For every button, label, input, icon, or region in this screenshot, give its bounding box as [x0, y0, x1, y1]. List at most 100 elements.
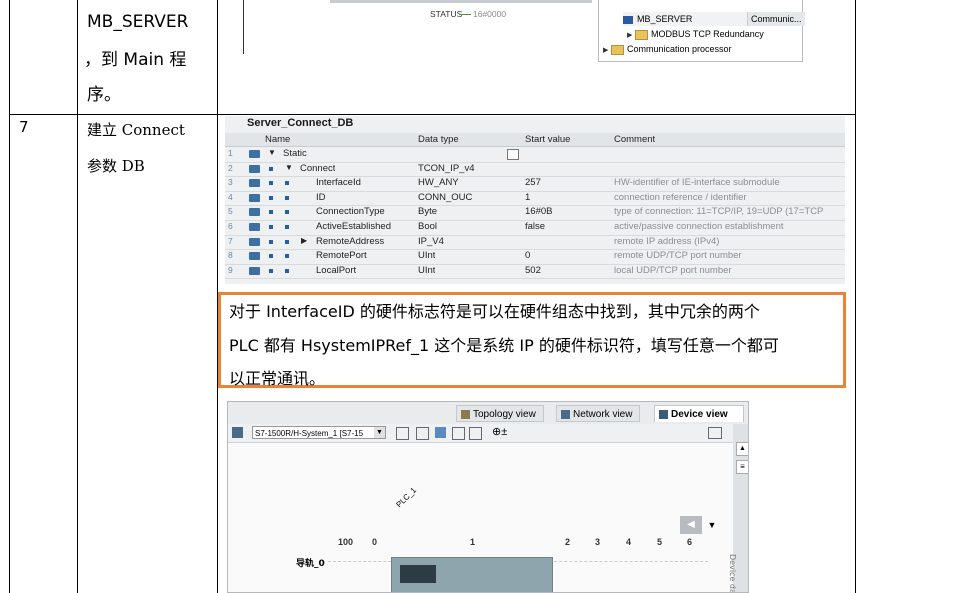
member-bullet-icon — [269, 239, 273, 244]
member-bullet-icon — [269, 166, 273, 171]
collapse-arrow-icon[interactable]: ▼ — [268, 148, 276, 157]
slot-100: 100 — [338, 537, 354, 547]
row-number: 4 — [228, 191, 233, 202]
row-number: 9 — [228, 264, 233, 275]
table-row[interactable]: 7 ▶ RemoteAddress IP_V4 remote IP address (I… — [225, 235, 845, 251]
device-toolbar: S7-1500R/H-System_1 [S7-15 ▼ ⊕± — [228, 424, 733, 443]
tree-item-communication-processor[interactable]: ▶ Communication processor — [603, 42, 732, 56]
member-bullet-icon — [269, 225, 273, 229]
row-number: 8 — [228, 250, 233, 261]
cell-comment: local UDP/TCP port number — [614, 264, 732, 276]
table-row[interactable]: 2 ▼ Connect TCON_IP_v4 — [225, 162, 845, 178]
slot-6: 6 — [687, 537, 693, 547]
db-tag-icon — [249, 266, 260, 275]
cell-comment: remote IP address (IPv4) — [614, 235, 720, 247]
expand-arrow-icon[interactable]: ▶ — [603, 44, 611, 58]
db-tag-icon — [249, 208, 260, 217]
tree-item-modbus-redundancy[interactable]: ▶ MODBUS TCP Redundancy — [627, 27, 764, 41]
cell-name: RemotePort — [316, 250, 367, 262]
ladder-rung-line — [243, 0, 244, 54]
table-col-divider-1 — [77, 0, 78, 593]
vertical-scrollbar[interactable]: ▲ ≡ Device da — [728, 424, 748, 592]
device-select[interactable]: S7-1500R/H-System_1 [S7-15 ▼ — [252, 426, 386, 439]
nav-down-arrow[interactable]: ▼ — [705, 516, 719, 534]
table-row[interactable]: 1 ▼ Static — [225, 147, 845, 163]
member-bullet-icon — [269, 181, 273, 186]
slot-3: 3 — [595, 537, 601, 547]
cell-name: InterfaceId — [316, 177, 361, 189]
device-tree-icon[interactable] — [232, 427, 243, 438]
zoom-icon[interactable]: ⊕± — [492, 425, 507, 438]
collapse-arrow-icon[interactable]: ▼ — [285, 163, 293, 172]
slot-4: 4 — [626, 537, 632, 547]
member-bullet-icon — [285, 239, 289, 244]
toolbar-icon-2[interactable] — [416, 427, 429, 440]
cell-data-type: Bool — [418, 221, 438, 232]
member-bullet-icon — [269, 254, 273, 259]
note-line-1: 对于 InterfaceID 的硬件标志符是可以在硬件组态中找到，其中冗余的两个 — [229, 302, 760, 321]
tab-device-view[interactable]: Device view — [654, 405, 744, 422]
cell-data-type: UInt — [418, 264, 436, 276]
folder-icon — [611, 44, 624, 55]
cell-comment: connection reference / identifier — [614, 191, 747, 203]
table-row[interactable]: 9 LocalPort UInt 502 local UDP/TCP port numb… — [225, 264, 845, 280]
expand-arrow-icon[interactable]: ▶ — [627, 29, 635, 43]
table-left-border — [9, 0, 10, 593]
note-line-2: PLC 都有 HsystemIPRef_1 这个是系统 IP 的硬件标识符，填写… — [229, 336, 779, 355]
db-editor: Server_Connect_DB Name Data type Start v… — [225, 116, 845, 284]
toolbar-icon-3[interactable] — [435, 427, 446, 438]
table-row-divider — [9, 114, 856, 115]
row6-step-text-line1: MB_SERVER — [87, 12, 189, 32]
slot-5: 5 — [657, 537, 663, 547]
toolbar-icon-4[interactable] — [452, 427, 465, 440]
db-tag-icon — [249, 179, 260, 188]
tab-network-view[interactable]: Network view — [556, 405, 640, 422]
topology-icon — [461, 409, 470, 419]
toolbar-icon-1[interactable] — [396, 427, 409, 440]
cell-name: ID — [316, 191, 326, 203]
toolbar-icon-5[interactable] — [469, 427, 482, 440]
row-number: 3 — [228, 177, 233, 188]
device-canvas[interactable]: PLC_1 ◀ ▼ 100 0 1 2 3 4 5 6 导轨_0 — [228, 443, 733, 592]
side-panel-label: Device da — [728, 554, 737, 593]
chevron-down-icon[interactable]: ▼ — [374, 427, 385, 438]
member-bullet-icon — [285, 268, 289, 273]
row-number: 2 — [228, 162, 233, 173]
rail-label: 导轨_0 — [296, 559, 325, 569]
table-row[interactable]: 8 RemotePort UInt 0 remote UDP/TCP port numb… — [225, 249, 845, 265]
cell-comment: active/passive connection establishment — [614, 221, 784, 232]
cell-start-value: 16#0B — [525, 206, 553, 218]
db-title: Server_Connect_DB — [247, 117, 354, 129]
status-value: 16#0000 — [473, 9, 507, 19]
status-wire — [459, 14, 471, 15]
scroll-up-arrow[interactable]: ▲ — [736, 442, 748, 456]
slot-2: 2 — [565, 537, 571, 547]
table-row[interactable]: 3 InterfaceId HW_ANY 257 HW-identifier of IE… — [225, 176, 845, 192]
header-start-value: Start value — [525, 134, 571, 145]
plc-label: PLC_1 — [394, 485, 419, 510]
cpu-display — [400, 565, 436, 583]
table-options-icon[interactable] — [507, 149, 519, 160]
member-bullet-icon — [285, 254, 289, 259]
cell-start-value: 502 — [525, 264, 541, 276]
member-bullet-icon — [285, 181, 289, 186]
tab-topology-view[interactable]: Topology view — [456, 405, 544, 422]
panel-toggle-icon[interactable] — [708, 427, 722, 439]
note-line-3: 以正常通讯。 — [229, 369, 326, 388]
row6-step-text-line2: ，到 Main 程 — [84, 50, 187, 70]
table-row[interactable]: 4 ID CONN_OUC 1 connection reference / ident… — [225, 191, 845, 207]
cell-data-type: UInt — [418, 250, 436, 262]
header-comment: Comment — [614, 134, 656, 145]
cell-start-value: 0 — [525, 250, 531, 262]
scroll-menu-icon[interactable]: ≡ — [736, 460, 748, 474]
expand-arrow-icon[interactable]: ▶ — [301, 236, 307, 245]
member-bullet-icon — [285, 195, 289, 200]
cell-start-value: 257 — [525, 177, 541, 189]
step-number: 7 — [19, 118, 29, 136]
cell-data-type: IP_V4 — [418, 235, 444, 247]
table-row[interactable]: 6 ActiveEstablished Bool false active/passiv… — [225, 220, 845, 236]
db-header-row: Name Data type Start value Comment — [225, 133, 845, 147]
nav-left-arrow[interactable]: ◀ — [680, 516, 702, 534]
tree-item-mb-server[interactable]: MB_SERVER Communic... — [623, 12, 805, 26]
table-row[interactable]: 5 ConnectionType Byte 16#0B type of connecti… — [225, 205, 845, 221]
